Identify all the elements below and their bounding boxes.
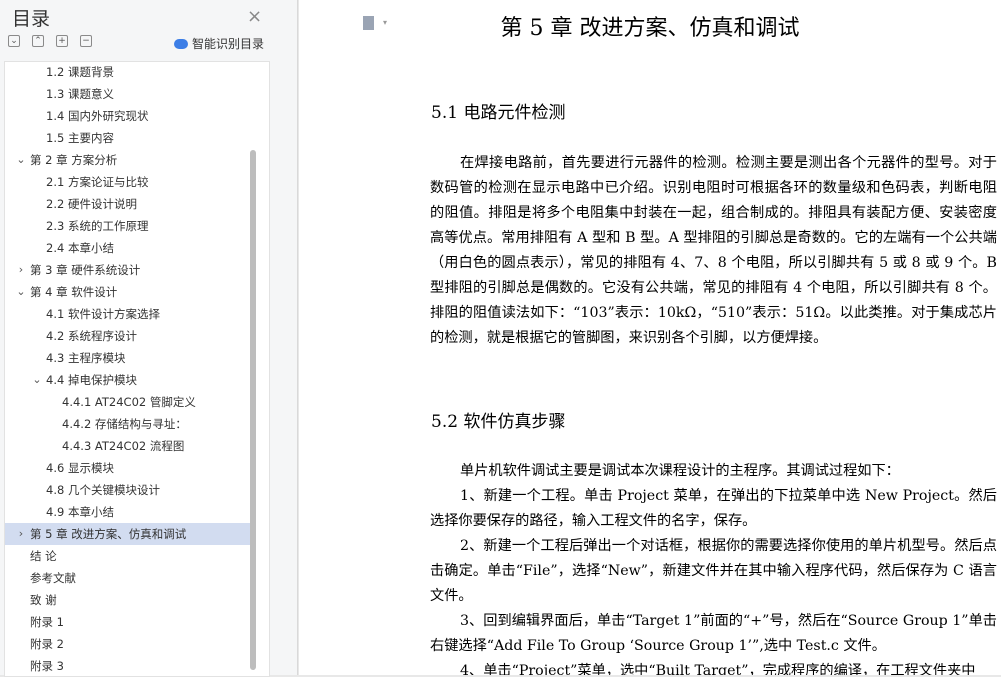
chevron-right-icon[interactable]: › <box>16 259 26 281</box>
document-page: ▾ 第 5 章 改进方案、仿真和调试 5.1 电路元件检测 在焊接电路前，首先要… <box>299 0 1001 675</box>
toc-item-label: 第 2 章 方案分析 <box>30 153 118 167</box>
toc-item[interactable]: ⌄ 第 4 章 软件设计 <box>5 281 251 303</box>
toc-item[interactable]: 1.2 课题背景 <box>5 62 251 83</box>
toc-scrollbar[interactable] <box>250 150 256 670</box>
step-4-paragraph: 4、单击“Project”菜单，选中“Built Target”，完成程序的编译… <box>460 663 976 675</box>
step-3-paragraph: 3、回到编辑界面后，单击“Target 1”前面的“+”号，然后在“Source… <box>430 613 997 654</box>
smart-toc-button[interactable]: 智能识别目录 <box>174 35 264 52</box>
toc-item[interactable]: 1.4 国内外研究现状 <box>5 105 251 127</box>
smart-toc-label: 智能识别目录 <box>192 37 265 51</box>
toc-item-label: 结 论 <box>30 549 57 563</box>
cloud-icon <box>174 38 188 49</box>
toc-item-label: 4.1 软件设计方案选择 <box>46 307 160 321</box>
toc-item-label: 4.8 几个关键模块设计 <box>46 483 160 497</box>
toc-item[interactable]: 4.4.2 存储结构与寻址： <box>5 413 251 435</box>
toc-item-label: 2.4 本章小结 <box>46 241 114 255</box>
toc-sidebar: 目录 × ⌄ ⌃ + − 智能识别目录 1.2 课题背景 1.3 课题意义 1.4 … <box>0 0 298 677</box>
toc-item-label: 1.3 课题意义 <box>46 87 114 101</box>
chevron-down-icon[interactable]: ⌄ <box>16 149 26 171</box>
toc-item[interactable]: 1.3 课题意义 <box>5 83 251 105</box>
close-icon[interactable]: × <box>247 6 262 27</box>
toc-item-label: 第 3 章 硬件系统设计 <box>30 263 141 277</box>
toc-item-label: 2.3 系统的工作原理 <box>46 219 149 233</box>
toc-item[interactable]: 致 谢 <box>5 589 251 611</box>
toc-item[interactable]: 4.3 主程序模块 <box>5 347 251 369</box>
toc-item-label: 4.6 显示模块 <box>46 461 114 475</box>
toc-item[interactable]: 结 论 <box>5 545 251 567</box>
toc-list-container: 1.2 课题背景 1.3 课题意义 1.4 国内外研究现状 1.5 主要内容 ⌄ 第 2 … <box>4 61 270 677</box>
toc-item-label: 附录 1 <box>30 615 64 629</box>
toc-item-label: 附录 2 <box>30 637 64 651</box>
add-heading-icon[interactable]: + <box>56 35 68 47</box>
toc-item-label: 致 谢 <box>30 593 57 607</box>
chevron-right-icon[interactable]: › <box>16 523 26 545</box>
toc-item-label: 1.4 国内外研究现状 <box>46 109 149 123</box>
toc-item-label: 4.4.1 AT24C02 管脚定义 <box>62 395 196 409</box>
toc-item[interactable]: 2.3 系统的工作原理 <box>5 215 251 237</box>
toc-item[interactable]: 4.6 显示模块 <box>5 457 251 479</box>
toc-item[interactable]: › 第 5 章 改进方案、仿真和调试 <box>5 523 251 545</box>
toc-item[interactable]: 4.9 本章小结 <box>5 501 251 523</box>
toc-item[interactable]: 4.8 几个关键模块设计 <box>5 479 251 501</box>
toc-title: 目录 <box>12 8 51 30</box>
toc-item[interactable]: 4.2 系统程序设计 <box>5 325 251 347</box>
collapse-all-icon[interactable]: ⌄ <box>8 35 20 47</box>
chevron-down-icon[interactable]: ⌄ <box>16 281 26 303</box>
toc-item[interactable]: 4.4.1 AT24C02 管脚定义 <box>5 391 251 413</box>
toc-item[interactable]: 2.1 方案论证与比较 <box>5 171 251 193</box>
toc-item-label: 1.2 课题背景 <box>46 65 114 79</box>
toc-item-label: 2.2 硬件设计说明 <box>46 197 137 211</box>
toc-item-label: 4.4 掉电保护模块 <box>46 373 137 387</box>
toc-item[interactable]: 2.2 硬件设计说明 <box>5 193 251 215</box>
section-5-1-paragraph: 在焊接电路前，首先要进行元器件的检测。检测主要是测出各个元器件的型号。对于数码管… <box>430 155 997 346</box>
toc-item[interactable]: 1.5 主要内容 <box>5 127 251 149</box>
toc-item-label: 4.3 主程序模块 <box>46 351 126 365</box>
expand-all-icon[interactable]: ⌃ <box>32 35 44 47</box>
toc-item-label: 第 5 章 改进方案、仿真和调试 <box>30 527 187 541</box>
remove-heading-icon[interactable]: − <box>80 35 92 47</box>
toc-item[interactable]: › 第 3 章 硬件系统设计 <box>5 259 251 281</box>
toc-item[interactable]: 参考文献 <box>5 567 251 589</box>
chevron-down-icon[interactable]: ⌄ <box>32 369 42 391</box>
toc-item-label: 2.1 方案论证与比较 <box>46 175 149 189</box>
section-title-5-1: 5.1 电路元件检测 <box>431 103 566 123</box>
toc-item-label: 第 4 章 软件设计 <box>30 285 118 299</box>
toc-item-label: 4.4.2 存储结构与寻址： <box>62 417 187 431</box>
toc-item[interactable]: 附录 2 <box>5 633 251 655</box>
step-1-paragraph: 1、新建一个工程。单击 Project 菜单，在弹出的下拉菜单中选 New Pr… <box>430 488 997 529</box>
chapter-title: 第 5 章 改进方案、仿真和调试 <box>500 16 800 41</box>
toc-item[interactable]: 4.4.3 AT24C02 流程图 <box>5 435 251 457</box>
toc-item[interactable]: ⌄ 第 2 章 方案分析 <box>5 149 251 171</box>
section-5-2-intro: 单片机软件调试主要是调试本次课程设计的主程序。其调试过程如下： <box>460 463 900 479</box>
toc-item-label: 附录 3 <box>30 659 64 673</box>
toc-item-label: 4.2 系统程序设计 <box>46 329 137 343</box>
toc-item-label: 参考文献 <box>30 571 76 585</box>
toc-item-label: 1.5 主要内容 <box>46 131 114 145</box>
toc-item[interactable]: ⌄ 4.4 掉电保护模块 <box>5 369 251 391</box>
toc-item-label: 4.9 本章小结 <box>46 505 114 519</box>
toc-item[interactable]: 2.4 本章小结 <box>5 237 251 259</box>
toc-item[interactable]: 4.1 软件设计方案选择 <box>5 303 251 325</box>
toc-item-label: 4.4.3 AT24C02 流程图 <box>62 439 185 453</box>
step-2-paragraph: 2、新建一个工程后弹出一个对话框，根据你的需要选择你使用的单片机型号。然后点击确… <box>430 538 997 604</box>
toc-item[interactable]: 附录 1 <box>5 611 251 633</box>
section-title-5-2: 5.2 软件仿真步骤 <box>431 412 566 432</box>
toc-item[interactable]: 附录 3 <box>5 655 251 676</box>
